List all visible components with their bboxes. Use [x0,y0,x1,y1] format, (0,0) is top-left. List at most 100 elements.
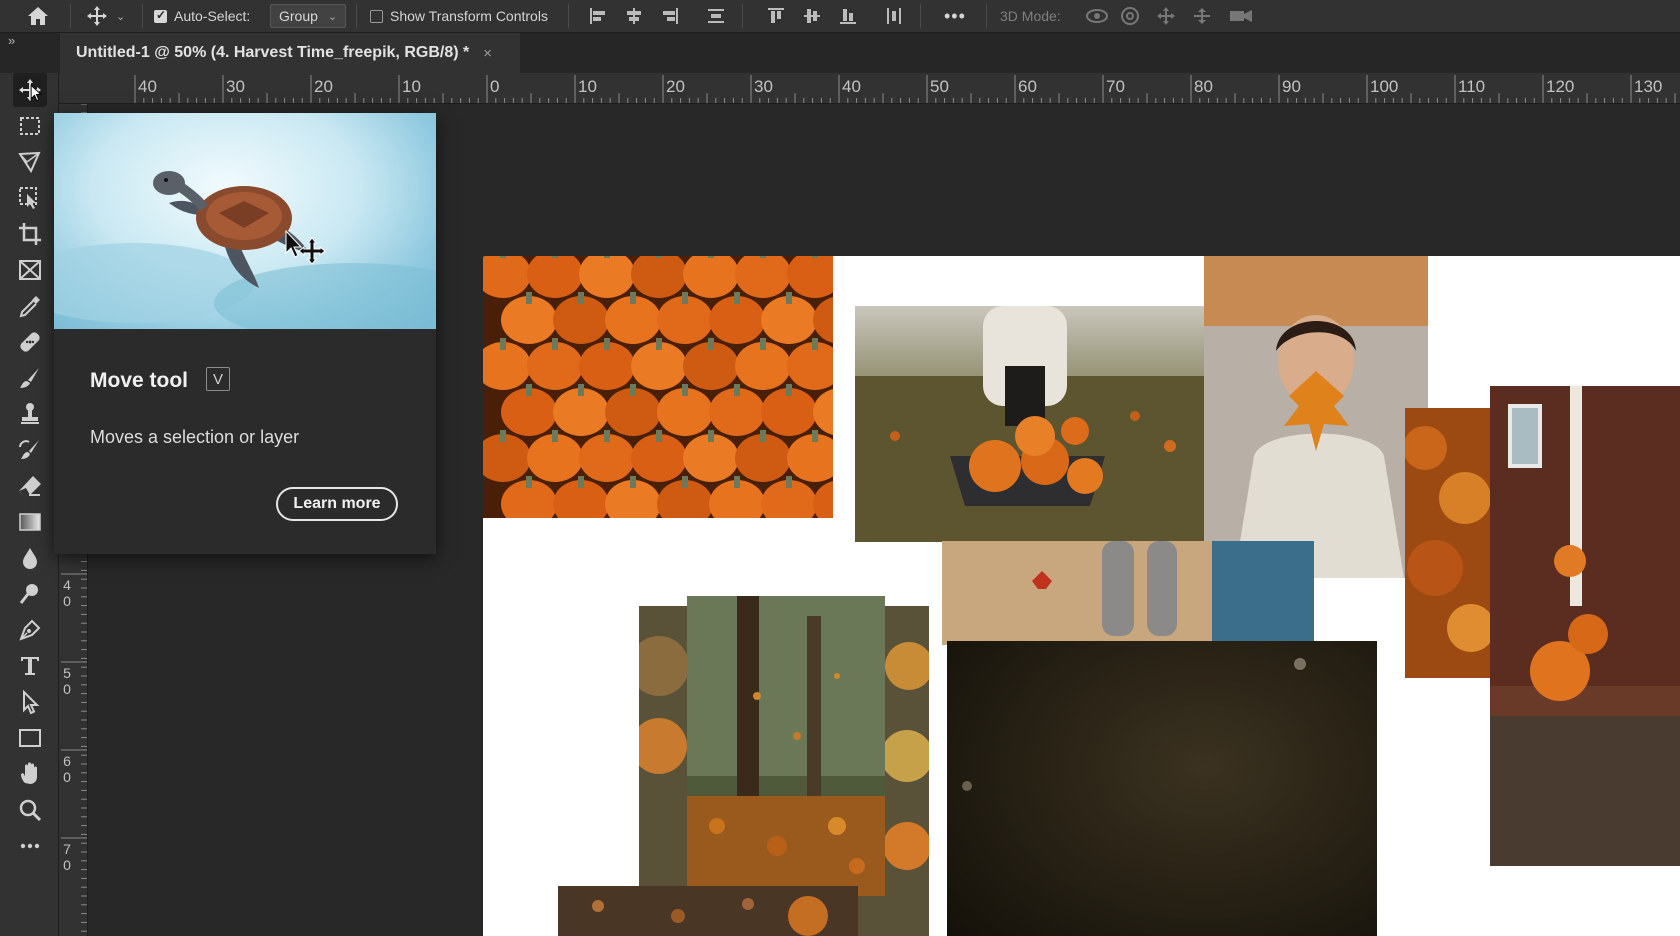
ruler-label: 90 [1282,77,1301,96]
pumpkin-stem [578,384,584,396]
3d-pan-icon[interactable] [1156,6,1176,26]
auto-select-target-dropdown[interactable]: Group ⌄ [270,4,347,28]
pumpkin-stem [578,292,584,304]
align-horizontal-centers-icon[interactable] [624,6,644,26]
3d-roll-icon[interactable] [1120,6,1140,26]
document-tab[interactable]: Untitled-1 @ 50% (4. Harvest Time_freepi… [60,33,520,73]
show-transform-label: Show Transform Controls [390,8,548,24]
learn-more-button[interactable]: Learn more [276,487,398,521]
rectangular-marquee-icon[interactable] [13,109,47,143]
tooltip-shortcut-key: V [206,367,230,391]
pumpkin-stem [786,292,792,304]
photo-pumpkin-pile[interactable] [483,256,833,518]
wheelbarrow-image [855,306,1212,542]
healing-brush-icon[interactable] [13,325,47,359]
auto-select-toggle[interactable]: Auto-Select: [154,0,250,32]
falling-leaves-image [687,596,885,896]
pumpkin-stem [552,430,558,442]
3d-orbit-icon[interactable] [1084,6,1110,26]
tooltip-title: Move tool [90,369,188,392]
ruler-label: 10 [578,77,597,96]
chevron-down-icon: ⌄ [116,10,126,23]
pumpkin-stem [734,476,740,488]
more-tools-icon[interactable] [13,829,47,863]
foliage-image [1405,408,1493,678]
move-tool-rich-tooltip: Move tool V Moves a selection or layer L… [54,113,436,554]
ruler-label: 120 [1546,77,1575,96]
frame-icon[interactable] [13,253,47,287]
photo-socks-wood[interactable] [942,541,1314,645]
3d-camera-icon[interactable] [1228,6,1254,26]
pumpkin-stem [630,384,636,396]
pumpkin-stem [500,338,506,350]
align-vertical-centers-icon[interactable] [802,6,822,26]
photo-woman-maple-leaf[interactable] [1204,256,1428,578]
pumpkin-stem [734,292,740,304]
brush-icon[interactable] [13,361,47,395]
pumpkin-stem [682,292,688,304]
ruler-label: 70 [1106,77,1125,96]
pumpkin-pile-image [483,256,833,518]
tools-panel [0,73,59,936]
photo-wheelbarrow-field[interactable] [855,306,1212,542]
show-transform-controls-toggle[interactable]: Show Transform Controls [370,0,548,32]
pumpkin-stem [500,430,506,442]
porch-image [1490,386,1680,866]
close-tab-icon[interactable]: × [483,45,492,62]
horizontal-ruler[interactable]: 40 30 20 10 0 10 20 30 40 50 60 70 80 90 100 110 120 130 [59,73,1680,104]
auto-select-checkbox[interactable] [154,8,167,23]
dodge-icon[interactable] [13,577,47,611]
eraser-icon[interactable] [13,469,47,503]
distribute-vertical-icon[interactable] [706,6,726,26]
type-icon[interactable] [13,649,47,683]
move-tool-preset-icon[interactable]: ⌄ [86,0,125,32]
crop-icon[interactable] [13,217,47,251]
collapse-panels-button[interactable]: » [8,33,15,48]
rectangle-icon[interactable] [13,721,47,755]
ruler-label: 110 [1458,77,1486,96]
3d-slide-icon[interactable] [1192,6,1212,26]
woman-leaf-image [1204,256,1428,578]
lasso-icon[interactable] [13,145,47,179]
pumpkin-stem [708,430,714,442]
clone-stamp-icon[interactable] [13,397,47,431]
blur-icon[interactable] [13,541,47,575]
ruler-label: 40 [138,77,157,96]
zoom-icon[interactable] [13,793,47,827]
ruler-label: 30 [754,77,773,96]
pumpkin-stem [682,384,688,396]
pumpkin-stem [500,256,506,258]
photo-porch-pumpkins[interactable] [1490,386,1680,866]
photo-leaves-ground[interactable] [558,886,858,936]
ruler-label: 7 0 [63,841,71,873]
artboard[interactable] [483,256,1680,936]
hand-icon[interactable] [13,757,47,791]
eyedropper-icon[interactable] [13,289,47,323]
object-selection-icon[interactable] [13,181,47,215]
sea-turtle-illustration [54,171,436,329]
distribute-horizontal-icon[interactable] [884,6,904,26]
align-bottom-edges-icon[interactable] [838,6,858,26]
pumpkin-stem [786,476,792,488]
align-left-edges-icon[interactable] [588,6,608,26]
gradient-icon[interactable] [13,505,47,539]
pumpkin-stem [708,256,714,258]
ruler-label: 40 [842,77,861,96]
photo-autumn-foliage[interactable] [1405,408,1493,678]
align-right-edges-icon[interactable] [660,6,680,26]
home-icon[interactable] [26,0,50,32]
more-options-button[interactable]: ••• [944,0,966,32]
align-top-edges-icon[interactable] [766,6,786,26]
pen-icon[interactable] [13,613,47,647]
ruler-label: 80 [1194,77,1213,96]
photo-falling-leaves[interactable] [687,596,885,896]
pumpkin-stem [630,292,636,304]
path-selection-icon[interactable] [13,685,47,719]
pumpkin-stem [604,256,610,258]
ruler-label: 60 [1018,77,1037,96]
pumpkin-stem [656,256,662,258]
history-brush-icon[interactable] [13,433,47,467]
photo-dark-forest[interactable] [947,641,1377,936]
show-transform-checkbox[interactable] [370,9,383,23]
move-tool-icon[interactable] [13,73,47,107]
